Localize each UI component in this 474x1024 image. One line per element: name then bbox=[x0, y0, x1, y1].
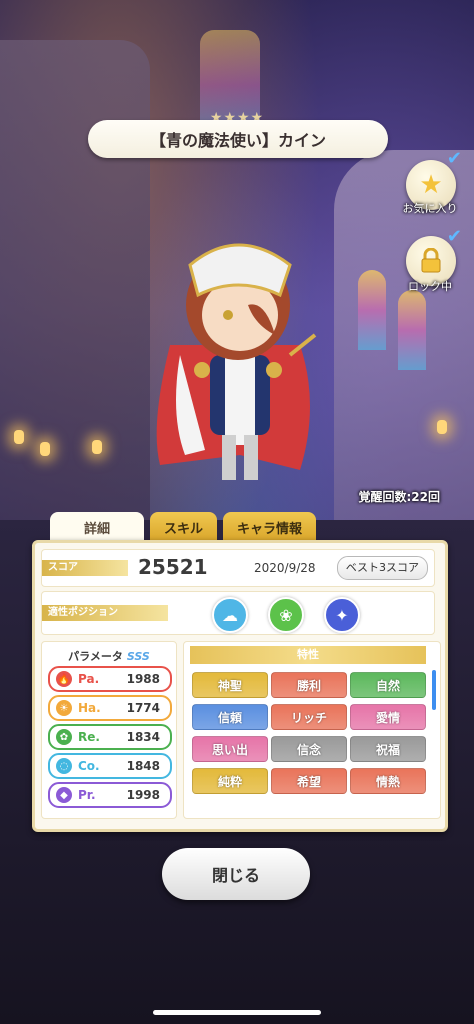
param-name: Pa. bbox=[78, 672, 100, 686]
param-icon: 🔥 bbox=[56, 671, 72, 687]
trait-chip[interactable]: 信頼 bbox=[192, 704, 268, 730]
tab-skills[interactable]: スキル bbox=[150, 512, 218, 542]
trait-chip[interactable]: リッチ bbox=[271, 704, 347, 730]
param-value: 1998 bbox=[126, 788, 160, 802]
cloud-position-icon: ☁ bbox=[212, 597, 248, 633]
param-row: 🔥 Pa. 1988 bbox=[48, 666, 172, 692]
trait-chip[interactable]: 神聖 bbox=[192, 672, 268, 698]
trait-chip[interactable]: 純粋 bbox=[192, 768, 268, 794]
param-row: ☀ Ha. 1774 bbox=[48, 695, 172, 721]
param-name: Co. bbox=[78, 759, 100, 773]
param-icon: ☀ bbox=[56, 700, 72, 716]
param-icon: ◌ bbox=[56, 758, 72, 774]
score-row: スコア 25521 2020/9/28 ベスト3スコア bbox=[41, 549, 435, 587]
param-icon: ✿ bbox=[56, 729, 72, 745]
param-name: Pr. bbox=[78, 788, 96, 802]
detail-tabs: 詳細 スキル キャラ情報 bbox=[50, 512, 317, 542]
trait-chip[interactable]: 勝利 bbox=[271, 672, 347, 698]
param-row: ◌ Co. 1848 bbox=[48, 753, 172, 779]
character-title: 【青の魔法使い】カイン bbox=[149, 131, 326, 150]
home-indicator bbox=[153, 1010, 321, 1015]
param-row: ✿ Re. 1834 bbox=[48, 724, 172, 750]
param-icon: ◆ bbox=[56, 787, 72, 803]
rocket-position-icon: ✦ bbox=[324, 597, 360, 633]
star-icon: ★ bbox=[419, 170, 443, 200]
trait-chip[interactable]: 信念 bbox=[271, 736, 347, 762]
check-icon: ✔ bbox=[446, 226, 462, 247]
trait-chip[interactable]: 思い出 bbox=[192, 736, 268, 762]
street-lamp bbox=[40, 442, 50, 456]
stained-glass-window bbox=[358, 270, 386, 350]
favorite-label: お気に入り bbox=[402, 202, 458, 215]
param-name: Re. bbox=[78, 730, 100, 744]
score-label: スコア bbox=[42, 560, 128, 576]
param-value: 1988 bbox=[126, 672, 160, 686]
rank-badge: SSS bbox=[126, 650, 150, 663]
street-lamp bbox=[14, 430, 24, 444]
parameters-label: パラメータ bbox=[68, 650, 123, 663]
trait-chip[interactable]: 祝福 bbox=[350, 736, 426, 762]
score-date: 2020/9/28 bbox=[254, 561, 316, 575]
position-row: 適性ポジション ☁ ❀ ✦ bbox=[41, 591, 435, 635]
parameters-box: パラメータ SSS 🔥 Pa. 1988 ☀ Ha. 1774 ✿ Re. 1834 ◌ Co. 184… bbox=[41, 641, 177, 819]
character-chibi-image bbox=[156, 243, 317, 480]
details-panel: スコア 25521 2020/9/28 ベスト3スコア 適性ポジション ☁ ❀ ✦ … bbox=[32, 540, 448, 832]
score-value: 25521 bbox=[138, 555, 208, 579]
lock-icon bbox=[421, 248, 441, 273]
param-value: 1834 bbox=[126, 730, 160, 744]
param-name: Ha. bbox=[78, 701, 101, 715]
awaken-count: 覚醒回数:22回 bbox=[358, 490, 441, 504]
tab-character-info[interactable]: キャラ情報 bbox=[223, 512, 317, 542]
lock-label: ロック中 bbox=[408, 280, 452, 293]
trait-chip[interactable]: 希望 bbox=[271, 768, 347, 794]
street-lamp bbox=[437, 420, 447, 434]
trait-chip[interactable]: 自然 bbox=[350, 672, 426, 698]
traits-box[interactable]: 特性 神聖 勝利 自然信頼 リッチ 愛情思い出 信念 祝福純粋 希望 情熱 bbox=[183, 641, 441, 819]
check-icon: ✔ bbox=[446, 148, 462, 169]
close-button[interactable]: 閉じる bbox=[162, 848, 310, 900]
street-lamp bbox=[92, 440, 102, 454]
leaf-position-icon: ❀ bbox=[268, 597, 304, 633]
param-value: 1774 bbox=[126, 701, 160, 715]
parameters-header: パラメータ SSS bbox=[42, 648, 176, 664]
stained-glass-window bbox=[398, 290, 426, 370]
best-3-score-button[interactable]: ベスト3スコア bbox=[336, 556, 428, 580]
trait-chip[interactable]: 情熱 bbox=[350, 768, 426, 794]
position-label: 適性ポジション bbox=[42, 605, 168, 621]
character-title-banner: 【青の魔法使い】カイン bbox=[88, 120, 388, 158]
traits-scrollbar[interactable] bbox=[432, 670, 436, 710]
trait-chip[interactable]: 愛情 bbox=[350, 704, 426, 730]
traits-header: 特性 bbox=[190, 646, 426, 664]
param-row: ◆ Pr. 1998 bbox=[48, 782, 172, 808]
tab-details[interactable]: 詳細 bbox=[50, 512, 144, 542]
param-value: 1848 bbox=[126, 759, 160, 773]
